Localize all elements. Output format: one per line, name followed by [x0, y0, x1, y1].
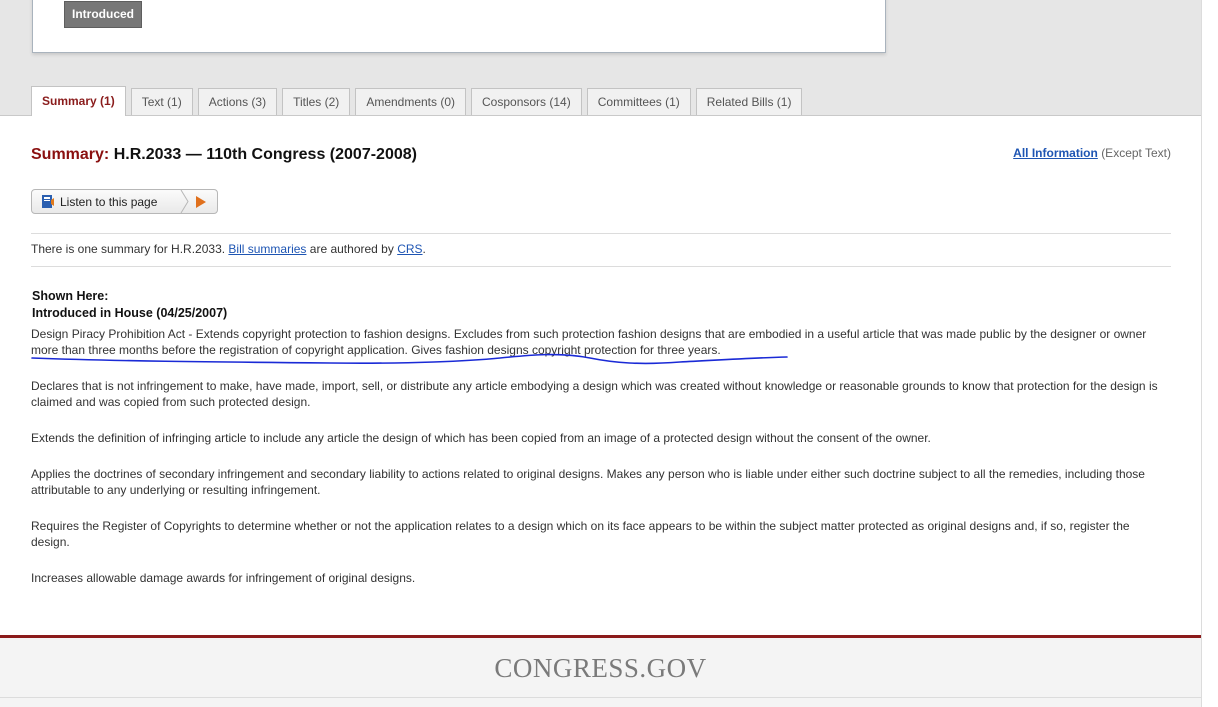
intro-suffix: .: [422, 242, 426, 256]
shown-here-label: Shown Here:: [32, 289, 109, 303]
summary-paragraph: Declares that is not infringement to mak…: [31, 379, 1158, 409]
tab-actions[interactable]: Actions (3): [197, 88, 278, 115]
crs-link[interactable]: CRS: [397, 242, 422, 256]
all-information-link-group: All Information (Except Text): [1013, 146, 1171, 160]
page-scroll-gutter: [1201, 0, 1218, 707]
version-date: Introduced in House (04/25/2007): [32, 306, 228, 320]
summary-paragraph: Applies the doctrines of secondary infri…: [31, 467, 1145, 497]
summary-version-heading: Shown Here: Introduced in House (04/25/2…: [32, 288, 227, 322]
bill-summaries-link[interactable]: Bill summaries: [228, 242, 306, 256]
tab-amendments[interactable]: Amendments (0): [355, 88, 467, 115]
all-information-link[interactable]: All Information: [1013, 146, 1098, 160]
intro-prefix: There is one summary for H.R.2033.: [31, 242, 226, 256]
congress-gov-logo[interactable]: CONGRESS.GOV: [0, 653, 1201, 684]
summary-paragraph: Extends the definition of infringing art…: [31, 431, 931, 445]
tab-bar: Summary (1) Text (1) Actions (3) Titles …: [31, 85, 803, 116]
all-information-suffix: (Except Text): [1101, 146, 1171, 160]
intro-middle: are authored by: [309, 242, 394, 256]
tab-committees[interactable]: Committees (1): [586, 88, 691, 115]
bill-status-panel: Introduced: [32, 0, 886, 53]
divider: [31, 266, 1171, 267]
tab-cosponsors[interactable]: Cosponsors (14): [471, 88, 582, 115]
tab-related-bills[interactable]: Related Bills (1): [695, 88, 803, 115]
listen-label: Listen to this page: [60, 194, 158, 209]
listen-separator: [180, 190, 189, 213]
summary-paragraph: Increases allowable damage awards for in…: [31, 571, 416, 585]
footer-divider: [0, 697, 1201, 698]
tab-titles[interactable]: Titles (2): [282, 88, 351, 115]
summary-intro: There is one summary for H.R.2033. Bill …: [31, 242, 426, 256]
divider: [31, 233, 1171, 234]
page-title-bill: H.R.2033 — 110th Congress (2007-2008): [113, 146, 417, 163]
handwritten-underline-annotation: [31, 353, 788, 365]
status-badge: Introduced: [64, 1, 142, 28]
speaker-icon: [42, 195, 54, 208]
page-title: Summary: H.R.2033 — 110th Congress (2007…: [31, 146, 417, 164]
listen-button[interactable]: Listen to this page: [31, 189, 218, 214]
tab-summary[interactable]: Summary (1): [31, 86, 126, 116]
play-icon[interactable]: [195, 196, 207, 208]
tab-text[interactable]: Text (1): [130, 88, 193, 115]
summary-paragraph: Requires the Register of Copyrights to d…: [31, 519, 1130, 549]
page-title-label: Summary:: [31, 146, 110, 163]
site-footer: CONGRESS.GOV: [0, 638, 1201, 707]
